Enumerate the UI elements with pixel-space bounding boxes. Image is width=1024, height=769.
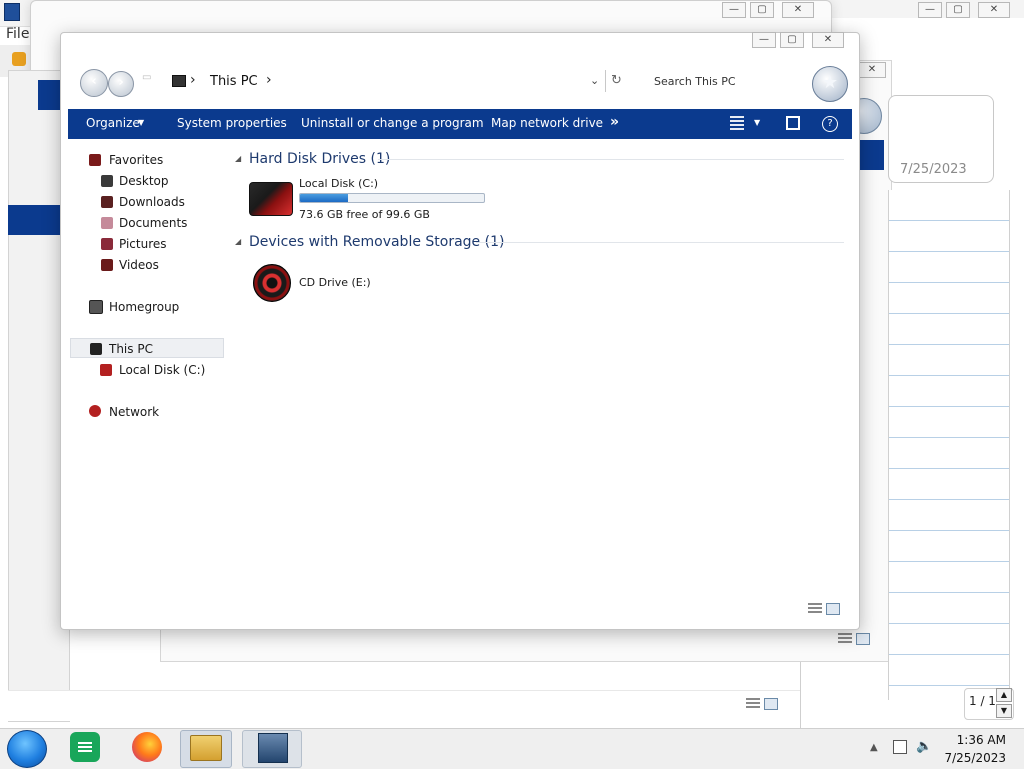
- pager-label: 1 / 1: [969, 694, 996, 708]
- address-dropdown-icon[interactable]: ⌄: [590, 74, 599, 87]
- organize-button[interactable]: Organize: [86, 116, 140, 130]
- downloads-icon: [101, 196, 113, 208]
- minimize-icon[interactable]: —: [918, 2, 942, 18]
- clock-time[interactable]: 1:36 AM: [950, 733, 1006, 747]
- hard-drive-icon[interactable]: [249, 182, 293, 216]
- local-disk-icon: [100, 364, 112, 376]
- nav-favorites[interactable]: Favorites: [109, 153, 163, 167]
- address-divider: [605, 70, 606, 92]
- maximize-icon[interactable]: ▢: [750, 2, 774, 18]
- collapse-caret-icon[interactable]: ◢: [235, 154, 241, 163]
- network-icon: [89, 405, 101, 417]
- middle-window-controls: — ▢ ✕: [722, 2, 826, 18]
- breadcrumb-chevron-icon[interactable]: ›: [266, 72, 272, 88]
- details-view-icon[interactable]: [808, 603, 822, 615]
- background-view-toggle[interactable]: [746, 698, 780, 712]
- background-lined-page: [888, 190, 1010, 700]
- group-divider: [378, 159, 844, 160]
- group-divider: [476, 242, 844, 243]
- forward-button[interactable]: ›: [108, 71, 134, 97]
- nav-desktop[interactable]: Desktop: [119, 174, 169, 188]
- page-down-icon[interactable]: ▼: [996, 704, 1012, 718]
- local-disk-name[interactable]: Local Disk (C:): [299, 177, 378, 190]
- spreadsheet-lines-icon: [78, 742, 92, 752]
- nav-homegroup[interactable]: Homegroup: [109, 300, 179, 314]
- start-button[interactable]: [7, 730, 47, 768]
- help-icon[interactable]: ?: [822, 116, 838, 132]
- more-commands-button[interactable]: »: [610, 114, 619, 130]
- nav-pictures[interactable]: Pictures: [119, 237, 167, 251]
- desktop-icon: [101, 175, 113, 187]
- nav-videos[interactable]: Videos: [119, 258, 159, 272]
- large-icons-view-icon[interactable]: [826, 603, 840, 615]
- clock-date[interactable]: 7/25/2023: [944, 751, 1006, 765]
- background-toolbar-icon[interactable]: [12, 52, 26, 66]
- network-tray-icon[interactable]: [893, 740, 907, 754]
- chevron-down-icon[interactable]: ▼: [138, 118, 144, 127]
- this-pc-icon: [90, 343, 102, 355]
- star-icon[interactable]: ★: [812, 66, 848, 102]
- background-command-bar-strip: [8, 205, 68, 235]
- preview-view-icon[interactable]: [764, 698, 778, 710]
- disk-usage-fill: [300, 194, 349, 202]
- background-date: 7/25/2023: [900, 162, 967, 177]
- close-icon[interactable]: ✕: [782, 2, 814, 18]
- breadcrumb-this-pc[interactable]: This PC: [210, 74, 258, 89]
- this-pc-icon: [172, 75, 186, 87]
- cd-drive-icon[interactable]: [253, 264, 291, 302]
- background-app-icon: [4, 3, 20, 21]
- app-window-icon: [258, 733, 288, 763]
- recent-locations-icon[interactable]: ▭: [142, 72, 151, 83]
- change-view-icon[interactable]: [730, 116, 744, 130]
- maximize-icon[interactable]: ▢: [946, 2, 970, 18]
- details-view-icon[interactable]: [838, 633, 852, 645]
- close-icon[interactable]: ✕: [978, 2, 1010, 18]
- preview-view-icon[interactable]: [856, 633, 870, 645]
- homegroup-icon: [89, 300, 103, 314]
- removable-storage-header[interactable]: Devices with Removable Storage (1): [249, 234, 504, 250]
- system-properties-button[interactable]: System properties: [177, 116, 287, 130]
- disk-usage-bar: [299, 193, 485, 203]
- details-view-icon[interactable]: [746, 698, 760, 710]
- file-explorer-icon: [190, 735, 222, 761]
- map-network-drive-button[interactable]: Map network drive: [491, 116, 603, 130]
- search-input[interactable]: Search This PC: [654, 75, 736, 88]
- favorites-icon: [89, 154, 101, 166]
- nav-network[interactable]: Network: [109, 405, 159, 419]
- breadcrumb-chevron-icon[interactable]: ›: [190, 72, 196, 88]
- nav-this-pc[interactable]: This PC: [109, 342, 153, 356]
- maximize-icon[interactable]: ▢: [780, 32, 804, 48]
- page-up-icon[interactable]: ▲: [996, 688, 1012, 702]
- close-icon[interactable]: ✕: [858, 62, 886, 78]
- collapse-caret-icon[interactable]: ◢: [235, 237, 241, 246]
- preview-pane-icon[interactable]: [786, 116, 800, 130]
- back-button[interactable]: ‹: [80, 69, 108, 97]
- show-hidden-icons-icon[interactable]: ▲: [870, 742, 878, 753]
- background-status-bar: [8, 690, 800, 721]
- nav-documents[interactable]: Documents: [119, 216, 187, 230]
- local-disk-space: 73.6 GB free of 99.6 GB: [299, 208, 430, 221]
- nav-local-disk[interactable]: Local Disk (C:): [119, 363, 205, 377]
- firefox-icon[interactable]: [132, 732, 162, 762]
- cd-drive-name[interactable]: CD Drive (E:): [299, 276, 371, 289]
- videos-icon: [101, 259, 113, 271]
- window-controls: — ▢ ✕: [752, 32, 856, 48]
- uninstall-program-button[interactable]: Uninstall or change a program: [301, 116, 484, 130]
- background-view-toggle[interactable]: [838, 633, 872, 647]
- refresh-icon[interactable]: ↻: [611, 73, 622, 88]
- pictures-icon: [101, 238, 113, 250]
- nav-downloads[interactable]: Downloads: [119, 195, 185, 209]
- volume-icon[interactable]: 🔈: [916, 739, 932, 754]
- view-toggle[interactable]: [808, 603, 842, 617]
- background-file-menu[interactable]: File: [6, 26, 29, 42]
- minimize-icon[interactable]: —: [722, 2, 746, 18]
- background-window-controls: — ▢ ✕: [918, 2, 1022, 18]
- minimize-icon[interactable]: —: [752, 32, 776, 48]
- hard-disk-drives-header[interactable]: Hard Disk Drives (1): [249, 151, 390, 167]
- close-icon[interactable]: ✕: [812, 32, 844, 48]
- documents-icon: [101, 217, 113, 229]
- chevron-down-icon[interactable]: ▼: [754, 118, 760, 127]
